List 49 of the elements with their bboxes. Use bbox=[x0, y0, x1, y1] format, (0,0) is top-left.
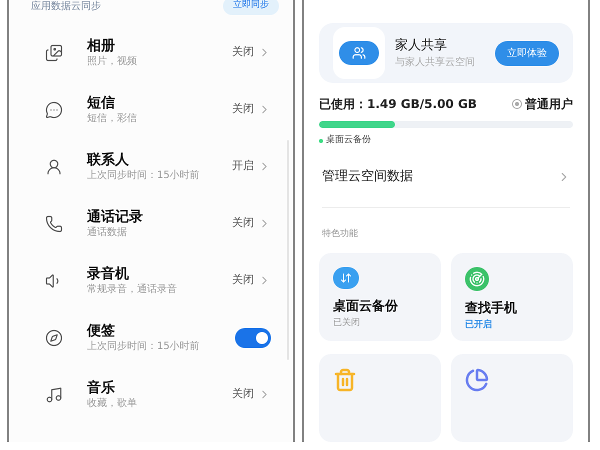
feature-card[interactable]: 查找手机 已开启 bbox=[451, 253, 573, 341]
section-title: 应用数据云同步 bbox=[31, 0, 101, 14]
status-label[interactable]: 关闭 bbox=[232, 44, 254, 61]
item-subtitle: 常规录音，通话录音 bbox=[87, 282, 178, 296]
item-subtitle: 上次同步时间：15小时前 bbox=[87, 168, 201, 182]
row-icon bbox=[45, 214, 63, 232]
pie-chart-icon bbox=[465, 368, 489, 392]
app-icon bbox=[333, 27, 385, 79]
row-icon bbox=[45, 386, 63, 404]
feature-card[interactable] bbox=[451, 354, 573, 442]
row-icon bbox=[45, 328, 63, 346]
item-subtitle: 收藏，歌单 bbox=[87, 396, 138, 410]
feature-card[interactable] bbox=[319, 354, 441, 442]
item-title: 相册 bbox=[87, 36, 116, 54]
item-subtitle: 短信，彩信 bbox=[87, 112, 138, 126]
feature-status: 已关闭 bbox=[333, 316, 361, 330]
plan-label: 普通用户 bbox=[525, 96, 573, 113]
item-title: 音乐 bbox=[87, 378, 116, 396]
status-label[interactable]: 关闭 bbox=[232, 386, 254, 403]
feature-status: 已开启 bbox=[465, 318, 493, 332]
card-subtitle: 与家人共享云空间 bbox=[395, 56, 476, 70]
item-title: 录音机 bbox=[87, 264, 130, 282]
status-label[interactable]: 开启 bbox=[232, 158, 254, 175]
item-title: 便签 bbox=[87, 322, 116, 340]
radar-icon bbox=[465, 267, 489, 291]
feature-card[interactable]: 桌面云备份 已关闭 bbox=[319, 253, 441, 341]
cloud-sync-icon bbox=[333, 267, 359, 289]
row-icon bbox=[45, 158, 63, 176]
feature-title: 查找手机 bbox=[465, 300, 518, 318]
item-subtitle: 上次同步时间：15小时前 bbox=[87, 340, 201, 354]
item-subtitle: 通话数据 bbox=[87, 226, 128, 240]
item-subtitle: 照片，视频 bbox=[87, 54, 138, 68]
plan-icon bbox=[512, 99, 522, 109]
trash-icon bbox=[333, 368, 357, 392]
storage-used: 已使用：1.49 GB/5.00 GB bbox=[319, 96, 477, 113]
toggle-switch[interactable] bbox=[235, 328, 271, 348]
status-label[interactable]: 关闭 bbox=[232, 272, 254, 289]
features-title: 特色功能 bbox=[321, 228, 359, 240]
feature-title: 桌面云备份 bbox=[333, 298, 399, 316]
legend-label: 桌面云备份 bbox=[326, 134, 371, 147]
item-title: 短信 bbox=[87, 94, 116, 112]
row-icon bbox=[45, 44, 63, 62]
item-title: 通话记录 bbox=[87, 208, 144, 226]
item-title: 联系人 bbox=[87, 150, 130, 168]
card-title: 家人共享 bbox=[395, 36, 448, 55]
manage-row[interactable]: 管理云空间数据 bbox=[319, 167, 573, 187]
status-label[interactable]: 关闭 bbox=[232, 101, 254, 118]
row-icon bbox=[45, 100, 63, 118]
status-label[interactable]: 关闭 bbox=[232, 215, 254, 232]
